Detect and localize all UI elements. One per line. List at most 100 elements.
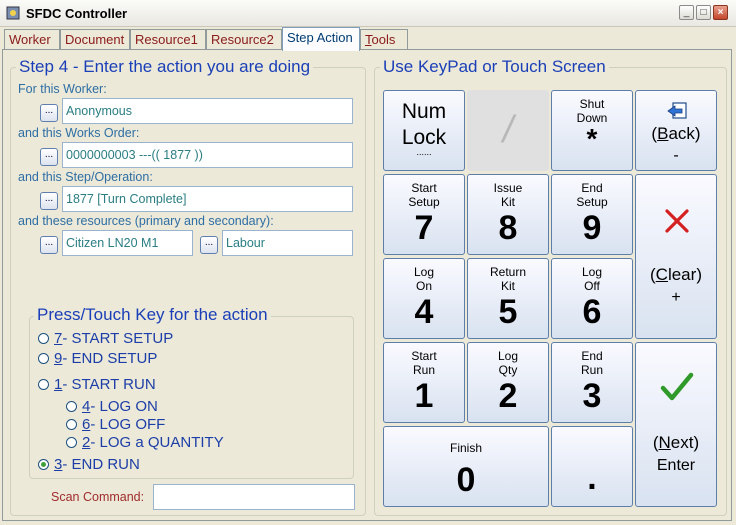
key-digit: 3 bbox=[582, 377, 602, 415]
tab-document[interactable]: Document bbox=[60, 29, 130, 49]
option-log-quantity[interactable]: 2 - LOG a QUANTITY bbox=[66, 434, 224, 451]
radio-button-selected[interactable] bbox=[38, 459, 49, 470]
clear-key[interactable]: (Clear) + bbox=[635, 174, 717, 339]
tab-tools[interactable]: Tools bbox=[360, 29, 408, 49]
option-key: 6 bbox=[82, 416, 91, 433]
option-key: 2 bbox=[82, 434, 91, 451]
maximize-button[interactable]: □ bbox=[696, 5, 711, 20]
back-key[interactable]: (Back) - bbox=[635, 90, 717, 171]
numlock-key[interactable]: Num Lock ...... bbox=[383, 90, 465, 171]
numlock-dots: ...... bbox=[416, 147, 432, 157]
radio-button[interactable] bbox=[38, 353, 49, 364]
keypad-heading: Use KeyPad or Touch Screen bbox=[380, 57, 609, 77]
option-text: - LOG ON bbox=[90, 398, 158, 415]
key-line2: Run bbox=[580, 363, 603, 377]
minimize-button[interactable]: _ bbox=[679, 5, 694, 20]
option-start-setup[interactable]: 7 - START SETUP bbox=[38, 330, 173, 347]
worker-field[interactable]: Anonymous bbox=[62, 98, 353, 124]
key-digit: 7 bbox=[414, 209, 434, 247]
option-key: 3 bbox=[54, 456, 63, 473]
key-line2: Run bbox=[412, 363, 435, 377]
worker-label: For this Worker: bbox=[18, 82, 107, 96]
checkmark-icon bbox=[660, 372, 694, 401]
option-start-run[interactable]: 1 - START RUN bbox=[38, 376, 156, 393]
option-text: - LOG OFF bbox=[90, 416, 166, 433]
key-1-start-run[interactable]: Start Run 1 bbox=[383, 342, 465, 423]
next-label: (Next) bbox=[636, 433, 716, 453]
option-key: 1 bbox=[54, 376, 63, 393]
numlock-line1: Num bbox=[401, 100, 447, 123]
key-line1: Log bbox=[497, 349, 519, 363]
key-9-end-setup[interactable]: End Setup 9 bbox=[551, 174, 633, 255]
resources-label: and these resources (primary and seconda… bbox=[18, 214, 274, 228]
key-line2: Setup bbox=[576, 195, 608, 209]
key-line1: Log bbox=[413, 265, 435, 279]
back-mnemonic: B bbox=[657, 124, 669, 143]
radio-button[interactable] bbox=[66, 419, 77, 430]
option-text: - END RUN bbox=[62, 456, 140, 473]
tab-resource1[interactable]: Resource1 bbox=[130, 29, 206, 49]
key-2-log-qty[interactable]: Log Qty 2 bbox=[467, 342, 549, 423]
key-line2: Qty bbox=[498, 363, 518, 377]
radio-button[interactable] bbox=[38, 379, 49, 390]
resource-primary-browse-button[interactable]: ... bbox=[40, 236, 58, 254]
option-text: - LOG a QUANTITY bbox=[90, 434, 224, 451]
order-field[interactable]: 0000000003 ---(( 1877 )) bbox=[62, 142, 353, 168]
scan-command-input[interactable] bbox=[153, 484, 355, 510]
radio-button[interactable] bbox=[66, 401, 77, 412]
key-line1: End bbox=[581, 349, 603, 363]
action-heading: Press/Touch Key for the action bbox=[34, 305, 271, 325]
radio-button[interactable] bbox=[38, 333, 49, 344]
app-icon bbox=[6, 6, 20, 20]
tab-worker[interactable]: Worker bbox=[4, 29, 60, 49]
shutdown-symbol: * bbox=[586, 123, 598, 154]
option-key: 7 bbox=[54, 330, 63, 347]
option-end-setup[interactable]: 9 - END SETUP bbox=[38, 350, 157, 367]
option-end-run[interactable]: 3 - END RUN bbox=[38, 456, 140, 473]
tab-resource2[interactable]: Resource2 bbox=[206, 29, 282, 49]
key-line1: Issue bbox=[493, 181, 523, 195]
paren-close: ) bbox=[694, 124, 701, 143]
key-5-return-kit[interactable]: Return Kit 5 bbox=[467, 258, 549, 339]
key-line2: Kit bbox=[500, 195, 515, 209]
radio-button[interactable] bbox=[66, 437, 77, 448]
option-text: - END SETUP bbox=[62, 350, 158, 367]
shutdown-key[interactable]: Shut Down * bbox=[551, 90, 633, 171]
order-label: and this Works Order: bbox=[18, 126, 140, 140]
operation-label: and this Step/Operation: bbox=[18, 170, 153, 184]
resource-primary-field[interactable]: Citizen LN20 M1 bbox=[62, 230, 193, 256]
order-browse-button[interactable]: ... bbox=[40, 148, 58, 166]
key-line1: End bbox=[581, 181, 603, 195]
back-label: (Back) bbox=[636, 124, 716, 144]
operation-field[interactable]: 1877 [Turn Complete] bbox=[62, 186, 353, 212]
operation-browse-button[interactable]: ... bbox=[40, 192, 58, 210]
clear-label: (Clear) bbox=[636, 265, 716, 285]
resource-secondary-field[interactable]: Labour bbox=[222, 230, 353, 256]
step-heading: Step 4 - Enter the action you are doing bbox=[16, 57, 314, 77]
option-text: - START RUN bbox=[62, 376, 156, 393]
key-digit: 6 bbox=[582, 293, 602, 331]
next-rest: ext bbox=[670, 433, 694, 452]
title-bar: SFDC Controller _ □ × bbox=[0, 0, 736, 27]
decimal-symbol: . bbox=[587, 459, 597, 497]
option-log-off[interactable]: 6 - LOG OFF bbox=[66, 416, 165, 433]
resource-secondary-browse-button[interactable]: ... bbox=[200, 236, 218, 254]
key-6-log-off[interactable]: Log Off 6 bbox=[551, 258, 633, 339]
worker-browse-button[interactable]: ... bbox=[40, 104, 58, 122]
key-7-start-setup[interactable]: Start Setup 7 bbox=[383, 174, 465, 255]
shutdown-line1: Shut bbox=[579, 97, 605, 111]
next-enter-key[interactable]: (Next) Enter bbox=[635, 342, 717, 507]
tab-step-action[interactable]: Step Action bbox=[282, 27, 360, 51]
clear-rest: lear bbox=[667, 265, 697, 284]
key-line2: Setup bbox=[408, 195, 440, 209]
option-log-on[interactable]: 4 - LOG ON bbox=[66, 398, 158, 415]
tools-label: ools bbox=[371, 32, 396, 47]
key-3-end-run[interactable]: End Run 3 bbox=[551, 342, 633, 423]
close-button[interactable]: × bbox=[713, 5, 728, 20]
key-8-issue-kit[interactable]: Issue Kit 8 bbox=[467, 174, 549, 255]
key-line2: Kit bbox=[500, 279, 515, 293]
decimal-key[interactable]: . bbox=[551, 426, 633, 507]
slash-key[interactable]: / bbox=[467, 90, 549, 171]
key-0-finish[interactable]: Finish 0 bbox=[383, 426, 549, 507]
key-4-log-on[interactable]: Log On 4 bbox=[383, 258, 465, 339]
